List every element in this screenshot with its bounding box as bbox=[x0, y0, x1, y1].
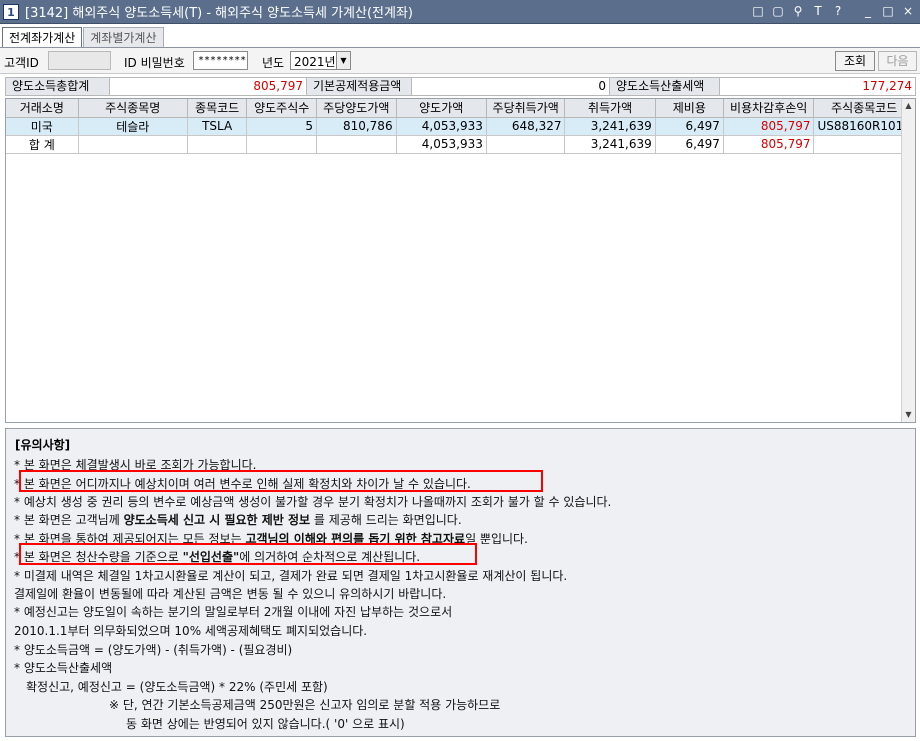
next-button[interactable]: 다음 bbox=[878, 51, 917, 71]
customer-id-label: 고객ID bbox=[4, 56, 39, 70]
notice-line: * 본 화면은 고객님께 양도소득세 신고 시 필요한 제반 정보 를 제공해 … bbox=[14, 511, 462, 528]
year-label: 년도 bbox=[262, 56, 285, 70]
notice-bold-text: 양도소득세 신고 시 필요한 제반 정보 bbox=[123, 513, 311, 527]
separator bbox=[850, 3, 856, 19]
chevron-down-icon[interactable]: ▼ bbox=[336, 52, 350, 69]
cell-net-pnl: 805,797 bbox=[723, 117, 815, 136]
table-row[interactable]: 미국 테슬라 TSLA 5 810,786 4,053,933 648,327 … bbox=[6, 117, 915, 136]
deduction-value: 0 bbox=[412, 78, 610, 95]
summary-row: 양도소득총합계 805,797 기본공제적용금액 0 양도소득산출세액 177,… bbox=[5, 77, 916, 96]
table-total-row[interactable]: 합 계 4,053,933 3,241,639 6,497 805,797 bbox=[6, 135, 915, 154]
column-header[interactable]: 주식종목코드 bbox=[813, 99, 915, 118]
cell-sale-amount: 4,053,933 bbox=[396, 117, 487, 136]
pin-icon[interactable]: ⚲ bbox=[790, 3, 806, 19]
column-header[interactable]: 주당양도가액 bbox=[316, 99, 397, 118]
cell-fee: 6,497 bbox=[655, 117, 724, 136]
cell-quantity bbox=[246, 135, 317, 154]
column-header[interactable]: 종목코드 bbox=[187, 99, 248, 118]
notice-line: 결제일에 환율이 변동될에 따라 계산된 금액은 변동 될 수 있으니 유의하시… bbox=[14, 587, 447, 601]
notice-title: [유의사항] bbox=[15, 438, 71, 452]
help-icon[interactable]: ? bbox=[830, 3, 846, 19]
minimize-icon[interactable]: _ bbox=[860, 3, 876, 19]
notice-line: * 미결제 내역은 체결일 1차고시환율로 계산이 되고, 결제가 완료 되면 … bbox=[14, 569, 568, 583]
total-gain-label: 양도소득총합계 bbox=[6, 78, 110, 95]
customer-id-field[interactable] bbox=[48, 51, 111, 70]
holdings-grid[interactable]: 거래소명 주식종목명 종목코드 양도주식수 주당양도가액 양도가액 주당취득가액… bbox=[5, 98, 916, 423]
search-bar: 고객ID ID 비밀번호 ******** 년도 2021년 ▼ 조회 다음 bbox=[0, 48, 920, 74]
cell-isin bbox=[813, 135, 915, 154]
holdings-table: 거래소명 주식종목명 종목코드 양도주식수 주당양도가액 양도가액 주당취득가액… bbox=[6, 99, 915, 154]
notice-line: * 예정신고는 양도일이 속하는 분기의 말일로부터 2개월 이내에 자진 납부… bbox=[14, 605, 453, 619]
notice-text: 를 제공해 드리는 화면입니다. bbox=[310, 513, 462, 527]
window-controls: □ ▢ ⚲ T ? _ □ × bbox=[750, 3, 916, 19]
tab-all-accounts[interactable]: 전계좌가계산 bbox=[2, 27, 83, 48]
column-header[interactable]: 취득가액 bbox=[564, 99, 656, 118]
link-icon[interactable]: □ bbox=[750, 3, 766, 19]
cell-stock-code: TSLA bbox=[187, 117, 248, 136]
cell-quantity: 5 bbox=[246, 117, 317, 136]
notice-line: * 예상치 생성 중 권리 등의 변수로 예상금액 생성이 불가할 경우 분기 … bbox=[14, 495, 612, 509]
column-header[interactable]: 양도가액 bbox=[396, 99, 487, 118]
cell-isin: US88160R1014 bbox=[813, 117, 915, 136]
notice-text: * 본 화면은 고객님께 bbox=[14, 513, 124, 527]
column-header[interactable]: 주당취득가액 bbox=[486, 99, 566, 118]
year-value: 2021년 bbox=[294, 55, 336, 69]
cell-unit-sale-price bbox=[316, 135, 397, 154]
password-label: ID 비밀번호 bbox=[124, 56, 185, 70]
tax-value: 177,274 bbox=[720, 78, 915, 95]
notice-line: 확정신고, 예정신고 = (양도소득금액) * 22% (주민세 포함) bbox=[26, 680, 328, 694]
deduction-label: 기본공제적용금액 bbox=[307, 78, 412, 95]
scroll-down-icon[interactable]: ▼ bbox=[902, 408, 915, 422]
tab-per-account[interactable]: 계좌별가계산 bbox=[83, 27, 164, 48]
cell-stock-name bbox=[78, 135, 188, 154]
notice-panel: [유의사항] * 본 화면은 체결발생시 바로 조회가 가능합니다. * 본 화… bbox=[5, 428, 916, 737]
cell-cost-amount: 3,241,639 bbox=[564, 135, 656, 154]
font-size-icon[interactable]: T bbox=[810, 3, 826, 19]
total-gain-value: 805,797 bbox=[110, 78, 307, 95]
cell-unit-cost: 648,327 bbox=[486, 117, 566, 136]
notice-line: * 양도소득산출세액 bbox=[14, 661, 113, 675]
cell-stock-name: 테슬라 bbox=[78, 117, 188, 136]
query-button[interactable]: 조회 bbox=[835, 51, 875, 71]
cell-exchange: 합 계 bbox=[6, 135, 79, 154]
copy-window-icon[interactable]: ▢ bbox=[770, 3, 786, 19]
cell-unit-cost bbox=[486, 135, 566, 154]
notice-line: ※ 단, 연간 기본소득공제금액 250만원은 신고자 임의로 분할 적용 가능… bbox=[109, 698, 501, 712]
table-header-row: 거래소명 주식종목명 종목코드 양도주식수 주당양도가액 양도가액 주당취득가액… bbox=[6, 99, 915, 118]
cell-exchange: 미국 bbox=[6, 117, 79, 136]
year-select[interactable]: 2021년 ▼ bbox=[290, 51, 351, 70]
window-title: [3142] 해외주식 양도소득세(T) - 해외주식 양도소득세 가계산(전계… bbox=[25, 6, 413, 21]
highlight-box bbox=[19, 470, 543, 492]
notice-line: * 양도소득금액 = (양도가액) - (취득가액) - (필요경비) bbox=[14, 643, 293, 657]
vertical-scrollbar[interactable]: ▲ ▼ bbox=[901, 99, 915, 422]
column-header[interactable]: 양도주식수 bbox=[246, 99, 317, 118]
cell-cost-amount: 3,241,639 bbox=[564, 117, 656, 136]
cell-unit-sale-price: 810,786 bbox=[316, 117, 397, 136]
notice-line: 동 화면 상에는 반영되어 있지 않습니다.( '0' 으로 표시) bbox=[126, 717, 405, 731]
tab-bar: 전계좌가계산 계좌별가계산 bbox=[2, 27, 165, 48]
cell-sale-amount: 4,053,933 bbox=[396, 135, 487, 154]
notice-line: 2010.1.1부터 의무화되었으며 10% 세액공제혜택도 폐지되었습니다. bbox=[14, 624, 368, 638]
column-header[interactable]: 비용차감후손익 bbox=[723, 99, 815, 118]
close-icon[interactable]: × bbox=[900, 3, 916, 19]
window-titlebar: 1 [3142] 해외주식 양도소득세(T) - 해외주식 양도소득세 가계산(… bbox=[0, 0, 920, 24]
cell-net-pnl: 805,797 bbox=[723, 135, 815, 154]
column-header[interactable]: 거래소명 bbox=[6, 99, 79, 118]
column-header[interactable]: 제비용 bbox=[655, 99, 724, 118]
scroll-up-icon[interactable]: ▲ bbox=[902, 99, 915, 113]
cell-stock-code bbox=[187, 135, 248, 154]
column-header[interactable]: 주식종목명 bbox=[78, 99, 188, 118]
password-field[interactable]: ******** bbox=[193, 51, 248, 70]
cell-fee: 6,497 bbox=[655, 135, 724, 154]
highlight-box bbox=[19, 543, 477, 565]
tax-label: 양도소득산출세액 bbox=[610, 78, 720, 95]
maximize-icon[interactable]: □ bbox=[880, 3, 896, 19]
window-number-badge: 1 bbox=[3, 3, 19, 20]
